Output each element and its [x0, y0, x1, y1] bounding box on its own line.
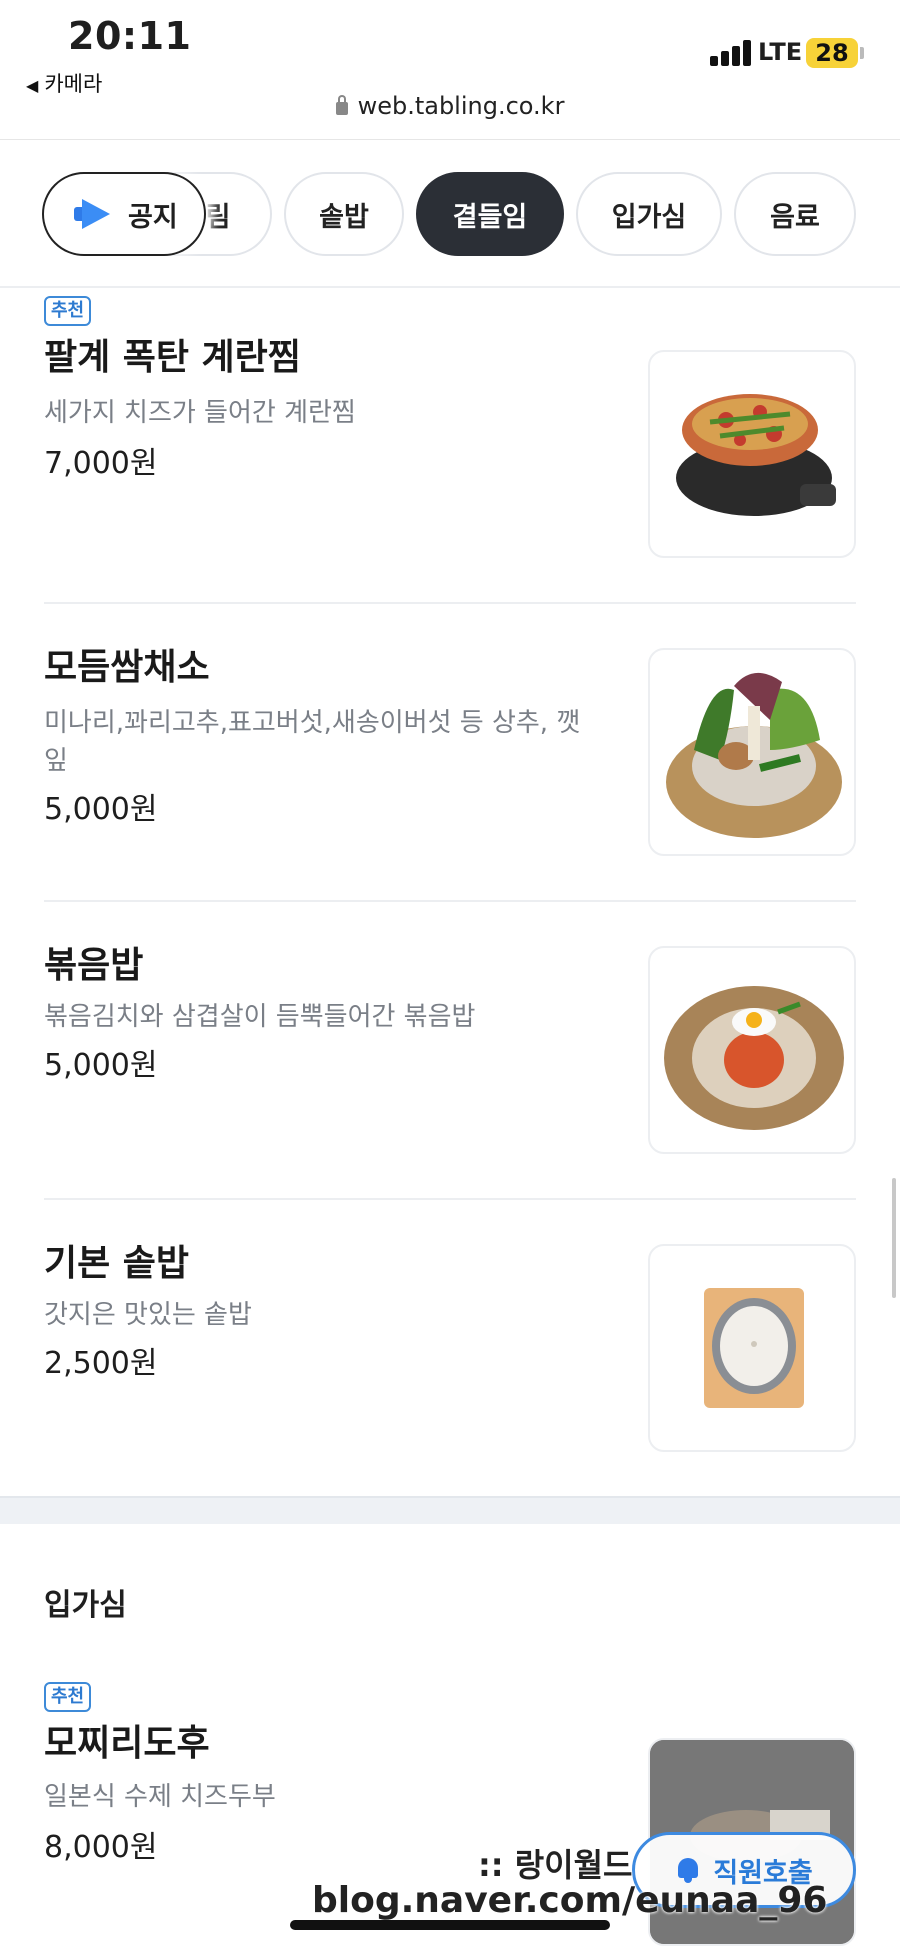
status-bar: 20:11 ◀ 카메라 LTE 28 web.tabling.co.kr: [0, 0, 900, 140]
item-divider: [44, 602, 856, 604]
recommended-badge: 추천: [44, 296, 92, 326]
lock-icon: [335, 95, 348, 115]
signal-icon: [710, 40, 754, 66]
section-divider: [0, 1496, 900, 1524]
divider: [0, 286, 900, 288]
home-indicator[interactable]: [290, 1920, 610, 1930]
item-thumbnail: [648, 350, 856, 558]
scroll-indicator: [892, 1178, 896, 1298]
item-thumbnail: [648, 1244, 856, 1452]
item-divider: [44, 900, 856, 902]
battery-icon: 28: [806, 38, 858, 68]
url-text: web.tabling.co.kr: [357, 92, 565, 120]
menu-item[interactable]: 기본 솥밥 갓지은 맛있는 솥밥 2,500원: [44, 1242, 856, 1462]
notice-button[interactable]: 공지: [42, 172, 206, 256]
item-divider: [44, 1198, 856, 1200]
tab-drinks[interactable]: 음료: [734, 172, 856, 256]
item-description: 일본식 수제 치즈두부: [44, 1782, 276, 1812]
item-description: 볶음김치와 삼겹살이 듬뿍들어간 볶음밥: [44, 1002, 476, 1032]
tab-palate-cleanser[interactable]: 입가심: [576, 172, 722, 256]
item-description: 갓지은 맛있는 솥밥: [44, 1300, 252, 1330]
watermark-blog-url: blog.naver.com/eunaa_96: [312, 1880, 828, 1921]
notice-label: 공지: [128, 201, 178, 233]
megaphone-icon: [74, 199, 112, 229]
tab-side-dishes[interactable]: 곁들임: [416, 172, 564, 256]
status-time: 20:11: [68, 14, 192, 58]
item-description: 미나리,꽈리고추,표고버섯,새송이버섯 등 상추, 깻잎: [44, 708, 581, 776]
section-title: 입가심: [44, 1588, 127, 1623]
item-thumbnail: [648, 648, 856, 856]
menu-item[interactable]: 모듬쌈채소 미나리,꽈리고추,표고버섯,새송이버섯 등 상추, 깻잎 5,000…: [44, 646, 856, 876]
battery-cap: [860, 47, 864, 59]
item-description: 세가지 치즈가 들어간 계란찜: [44, 398, 356, 428]
item-thumbnail: [648, 946, 856, 1154]
tab-sotbap[interactable]: 솥밥: [284, 172, 404, 256]
network-type: LTE: [758, 38, 803, 66]
address-bar[interactable]: web.tabling.co.kr: [0, 92, 900, 120]
menu-item[interactable]: 추천 팔계 폭탄 계란찜 세가지 치즈가 들어간 계란찜 7,000원: [44, 296, 856, 566]
recommended-badge: 추천: [44, 1682, 92, 1712]
menu-item[interactable]: 볶음밥 볶음김치와 삼겹살이 듬뿍들어간 볶음밥 5,000원: [44, 944, 856, 1164]
